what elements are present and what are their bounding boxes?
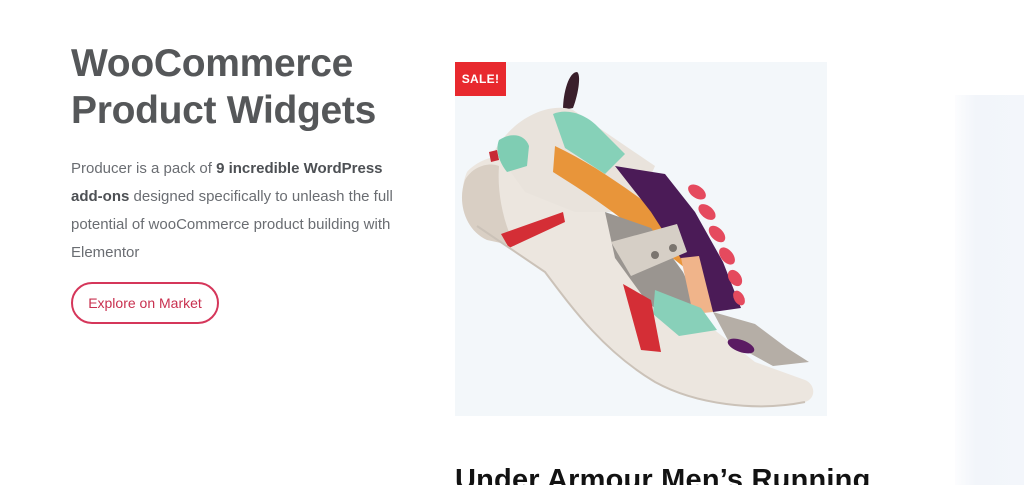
- sale-badge: SALE!: [455, 62, 506, 96]
- hero-desc-highlight-2: add-ons: [71, 188, 130, 205]
- sneaker-image: [461, 72, 814, 408]
- hero-title-line2: Product Widgets: [71, 89, 376, 132]
- side-panel-edge: [955, 95, 1024, 485]
- hero-desc-highlight: 9 incredible WordPress: [216, 160, 383, 177]
- hero-description: Producer is a pack of 9 incredible WordP…: [71, 155, 411, 267]
- hero-title-line1: WooCommerce: [71, 42, 354, 85]
- hero-title: WooCommerce Product Widgets: [71, 40, 431, 134]
- product-image[interactable]: [455, 62, 827, 416]
- explore-on-market-button[interactable]: Explore on Market: [71, 282, 219, 324]
- product-title[interactable]: Under Armour Men’s Running: [455, 462, 915, 485]
- hero-desc-text: Producer is a pack of: [71, 160, 217, 177]
